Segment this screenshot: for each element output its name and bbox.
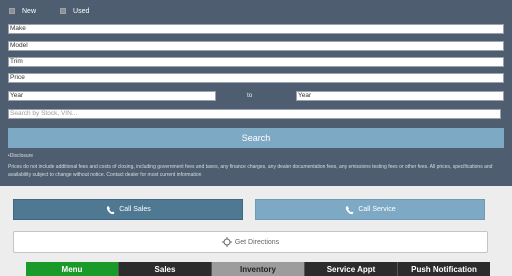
model-select[interactable]: Model xyxy=(8,41,504,51)
search-panel: New Used Make Model Trim Price Year to Y… xyxy=(0,0,512,186)
used-label: Used xyxy=(73,7,90,15)
nav-tab-push-notification[interactable]: Push Notification xyxy=(397,262,490,276)
new-radio[interactable] xyxy=(9,8,15,14)
year-from-select[interactable]: Year xyxy=(8,91,216,101)
nav-tab-sales[interactable]: Sales xyxy=(118,262,211,276)
used-radio[interactable] xyxy=(60,8,67,14)
condition-new-option[interactable]: New xyxy=(9,8,36,15)
make-select[interactable]: Make xyxy=(8,24,504,34)
call-sales-button[interactable]: Call Sales xyxy=(13,199,243,220)
year-to-select[interactable]: Year xyxy=(296,91,504,101)
condition-used-option[interactable]: Used xyxy=(60,8,89,15)
condition-selector: New Used xyxy=(9,6,113,16)
call-sales-label: Call Sales xyxy=(119,206,151,213)
search-input[interactable]: Search by Stock, VIN... xyxy=(8,109,501,119)
call-service-button[interactable]: Call Service xyxy=(255,199,485,220)
disclosure-text: Prices do not include additional fees an… xyxy=(8,164,493,178)
call-service-label: Call Service xyxy=(358,206,396,213)
price-select[interactable]: Price xyxy=(8,73,504,83)
new-label: New xyxy=(22,7,37,15)
search-button[interactable]: Search xyxy=(8,128,504,148)
trim-select[interactable]: Trim xyxy=(8,57,504,67)
bottom-nav: Menu Sales Inventory Service Appt Push N… xyxy=(26,262,490,276)
get-directions-label: Get Directions xyxy=(234,238,280,246)
phone-icon xyxy=(346,205,354,214)
year-range-separator: to xyxy=(247,92,253,99)
phone-icon xyxy=(107,205,115,214)
disclosure-title: •Disclosure xyxy=(8,153,34,159)
crosshair-icon xyxy=(221,237,232,247)
get-directions-button[interactable]: Get Directions xyxy=(13,231,488,253)
nav-tab-service-appt[interactable]: Service Appt xyxy=(304,262,397,276)
nav-tab-menu[interactable]: Menu xyxy=(26,262,118,276)
nav-tab-inventory[interactable]: Inventory xyxy=(211,262,304,276)
